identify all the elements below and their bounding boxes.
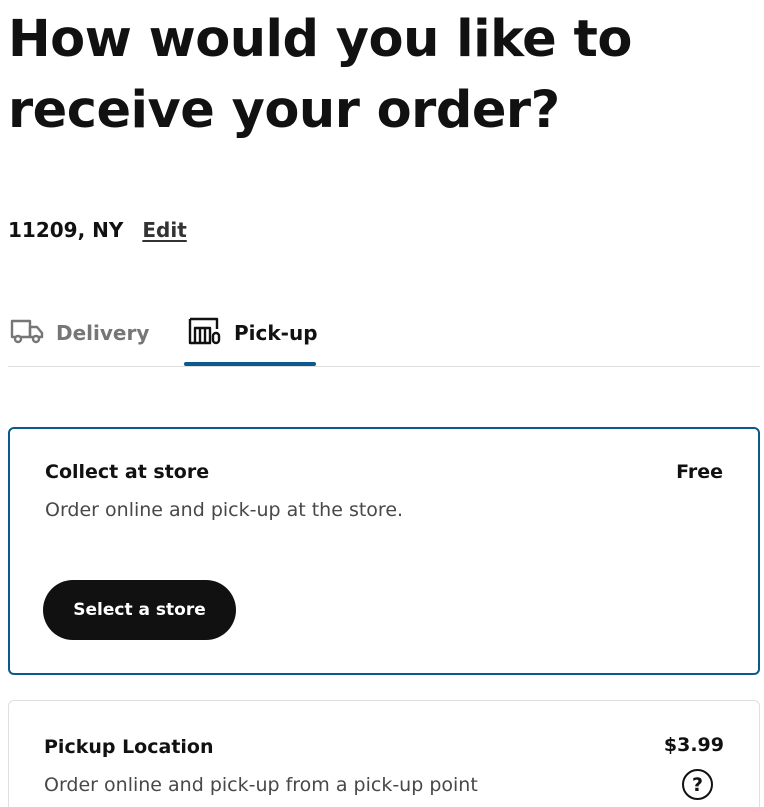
tab-delivery-label: Delivery (56, 321, 150, 345)
location-text: 11209, NY (8, 218, 124, 242)
option-title: Pickup Location (44, 736, 214, 758)
option-description: Order online and pick-up at the store. (45, 499, 404, 521)
tab-pickup-label: Pick-up (234, 321, 318, 345)
option-pickup-location[interactable]: Pickup Location $3.99 Order online and p… (8, 700, 760, 807)
edit-location-link[interactable]: Edit (142, 218, 186, 242)
option-collect-at-store[interactable]: Collect at store Free Order online and p… (8, 427, 760, 675)
select-store-button[interactable]: Select a store (43, 580, 236, 640)
tab-pickup[interactable]: Pick-up (188, 300, 318, 366)
store-icon (188, 317, 222, 349)
option-price: Free (676, 461, 723, 483)
option-description: Order online and pick-up from a pick-up … (44, 774, 478, 796)
active-tab-indicator (184, 362, 316, 366)
option-price: $3.99 (663, 734, 724, 756)
fulfillment-tabs: Delivery Pick-up (8, 300, 760, 367)
question-circle-icon[interactable]: ? (682, 769, 713, 800)
tab-delivery[interactable]: Delivery (10, 300, 149, 366)
page-title: How would you like to receive your order… (8, 10, 632, 140)
location-row: 11209, NY Edit (8, 218, 187, 242)
option-title: Collect at store (45, 461, 210, 483)
truck-icon (10, 318, 44, 348)
